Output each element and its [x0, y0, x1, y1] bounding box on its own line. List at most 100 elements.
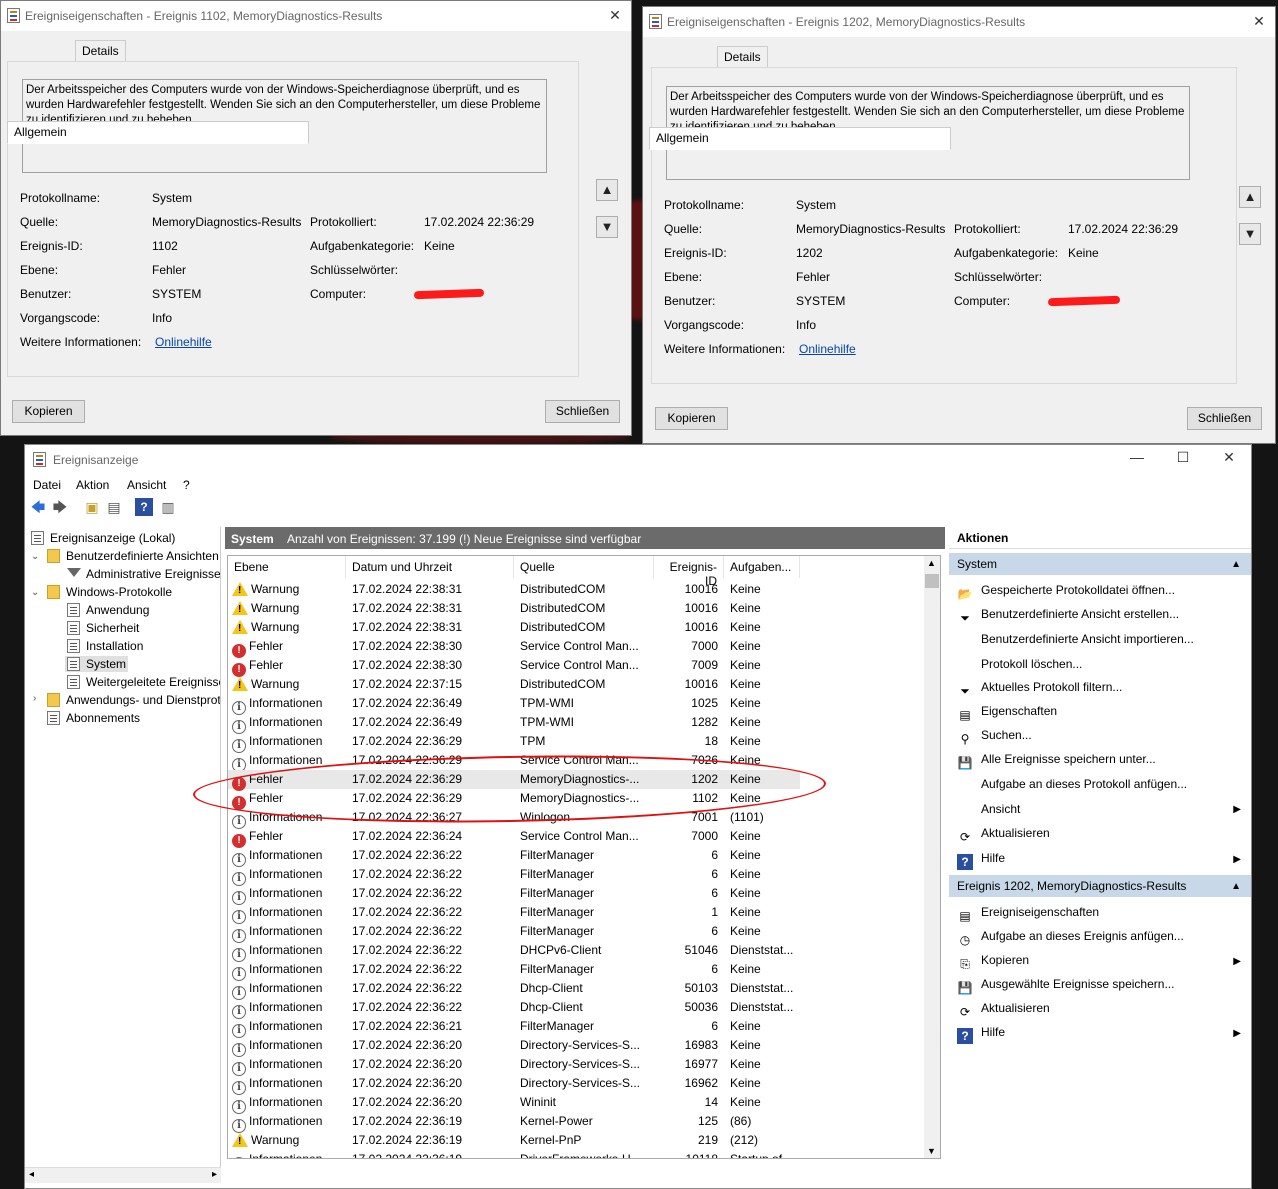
action-item[interactable]: ? Hilfe	[957, 851, 1005, 870]
table-row[interactable]: i Informationen 17.02.2024 22:36:22 FilterM…	[228, 922, 800, 943]
maximize-icon[interactable]: ☐	[1171, 449, 1195, 466]
chevron-down-icon[interactable]: ▼	[927, 1146, 936, 1156]
table-row[interactable]: i Informationen 17.02.2024 22:36:22 FilterM…	[228, 960, 800, 981]
tree-item-forwarded[interactable]: Weitergeleitete Ereignisse	[67, 675, 220, 689]
arrow-down-icon[interactable]: ▼	[596, 216, 618, 238]
back-arrow-icon[interactable]: 🡄	[29, 498, 47, 516]
action-item[interactable]: ⏷ Benutzerdefinierte Ansicht erstellen...	[957, 607, 1179, 626]
chevron-right-icon[interactable]: ▸	[212, 1169, 217, 1180]
tab-details[interactable]: Details	[717, 46, 768, 68]
tree-item-app-service-logs[interactable]: Anwendungs- und Dienstprotokolle	[47, 693, 220, 707]
tree-item-application[interactable]: Anwendung	[67, 603, 149, 617]
folder-up-icon[interactable]: ▣	[83, 498, 101, 516]
chevron-up-icon[interactable]: ▲	[927, 558, 936, 568]
online-help-link[interactable]: Onlinehilfe	[155, 335, 212, 349]
close-icon[interactable]: ✕	[1217, 449, 1241, 466]
submenu-arrow-icon[interactable]: ▶	[1233, 854, 1241, 865]
action-item[interactable]: ▤ Eigenschaften	[957, 704, 1057, 723]
submenu-arrow-icon[interactable]: ▶	[1233, 956, 1241, 967]
table-row[interactable]: ! Fehler 17.02.2024 22:36:24 Service Contro…	[228, 827, 800, 848]
table-row[interactable]: i Informationen 17.02.2024 22:36:22 FilterM…	[228, 846, 800, 867]
table-row[interactable]: Warnung 17.02.2024 22:38:31 DistributedCOM…	[228, 599, 800, 618]
menu-file[interactable]: Datei	[33, 478, 61, 492]
table-row[interactable]: ! Fehler 17.02.2024 22:38:30 Service Contro…	[228, 637, 800, 658]
table-row[interactable]: i Informationen 17.02.2024 22:36:49 TPM-WMI…	[228, 713, 800, 734]
chevron-left-icon[interactable]: ◂	[29, 1169, 34, 1180]
table-row[interactable]: i Informationen 17.02.2024 22:36:22 Dhcp-Cl…	[228, 998, 800, 1019]
table-row[interactable]: i Informationen 17.02.2024 22:36:21 FilterM…	[228, 1017, 800, 1038]
action-item[interactable]: Aufgabe an dieses Protokoll anfügen...	[957, 776, 1187, 792]
chevron-down-icon[interactable]: ⌄	[31, 587, 39, 598]
actions-section-system[interactable]: System ▲	[949, 553, 1251, 575]
close-icon[interactable]: ✕	[1249, 13, 1269, 30]
tree-horizontal-scrollbar[interactable]: ◂ ▸	[25, 1167, 221, 1183]
action-item[interactable]: 📂 Gespeicherte Protokolldatei öffnen...	[957, 583, 1175, 602]
column-header-level[interactable]: Ebene	[228, 556, 346, 578]
minimize-icon[interactable]: —	[1125, 449, 1149, 465]
copy-button[interactable]: Kopieren	[12, 400, 85, 423]
arrow-down-icon[interactable]: ▼	[1239, 223, 1261, 245]
collapse-icon[interactable]: ▲	[1231, 559, 1241, 570]
table-row[interactable]: i Informationen 17.02.2024 22:36:22 FilterM…	[228, 903, 800, 924]
action-item[interactable]: ◷ Aufgabe an dieses Ereignis anfügen...	[957, 929, 1184, 948]
action-item[interactable]: Protokoll löschen...	[957, 656, 1082, 672]
table-row[interactable]: Warnung 17.02.2024 22:38:31 DistributedCOM…	[228, 580, 800, 599]
tree-item-admin-events[interactable]: Administrative Ereignisse	[67, 567, 220, 581]
help-icon[interactable]: ?	[135, 498, 153, 516]
forward-arrow-icon[interactable]: 🡆	[51, 498, 69, 516]
table-row[interactable]: i Informationen 17.02.2024 22:36:22 FilterM…	[228, 865, 800, 886]
close-icon[interactable]: ✕	[605, 7, 625, 24]
column-header-event-id[interactable]: Ereignis-ID	[654, 556, 724, 588]
action-item[interactable]: Ansicht	[957, 801, 1020, 817]
table-row[interactable]: i Informationen 17.02.2024 22:36:19 Kernel-…	[228, 1112, 800, 1133]
list-vertical-scrollbar[interactable]: ▲ ▼	[924, 556, 940, 1158]
tab-general[interactable]: Allgemein	[7, 121, 309, 144]
action-item[interactable]: 💾 Alle Ereignisse speichern unter...	[957, 752, 1156, 771]
table-row[interactable]: i Informationen 17.02.2024 22:36:22 DHCPv6-…	[228, 941, 800, 962]
collapse-icon[interactable]: ▲	[1231, 881, 1241, 892]
table-row[interactable]: i Informationen 17.02.2024 22:36:20 Wininit…	[228, 1093, 800, 1114]
table-row[interactable]: i Informationen 17.02.2024 22:36:20 Directo…	[228, 1055, 800, 1076]
column-header-source[interactable]: Quelle	[514, 556, 654, 578]
chevron-down-icon[interactable]: ⌄	[31, 551, 39, 562]
action-item[interactable]: ? Hilfe	[957, 1025, 1005, 1044]
tree-item-security[interactable]: Sicherheit	[67, 621, 139, 635]
table-row[interactable]: Warnung 17.02.2024 22:36:19 Kernel-PnP 219 (…	[228, 1131, 800, 1150]
arrow-up-icon[interactable]: ▲	[1239, 186, 1261, 208]
tree-item-windows-logs[interactable]: Windows-Protokolle	[47, 585, 172, 599]
table-row[interactable]: ! Fehler 17.02.2024 22:38:30 Service Contro…	[228, 656, 800, 677]
action-item[interactable]: ⚲ Suchen...	[957, 728, 1032, 747]
table-row[interactable]: i Informationen 17.02.2024 22:36:20 Directo…	[228, 1074, 800, 1095]
submenu-arrow-icon[interactable]: ▶	[1233, 804, 1241, 815]
menu-help[interactable]: ?	[183, 478, 190, 492]
tree-item-custom-views[interactable]: Benutzerdefinierte Ansichten	[47, 549, 219, 563]
submenu-arrow-icon[interactable]: ▶	[1233, 1028, 1241, 1039]
table-row[interactable]: i Informationen 17.02.2024 22:36:20 Directo…	[228, 1036, 800, 1057]
scroll-thumb[interactable]	[925, 574, 939, 588]
tab-details[interactable]: Details	[75, 40, 126, 62]
table-row[interactable]: i Informationen 17.02.2024 22:36:29 TPM 18 Ke…	[228, 732, 800, 753]
console-tree-icon[interactable]: ▤	[105, 498, 123, 516]
table-row[interactable]: i Informationen 17.02.2024 22:36:22 Dhcp-Cl…	[228, 979, 800, 1000]
menu-action[interactable]: Aktion	[76, 478, 109, 492]
actions-section-event[interactable]: Ereignis 1202, MemoryDiagnostics-Results…	[949, 875, 1251, 897]
table-row[interactable]: iInformationen 17.02.2024 22:36:19 DriverF…	[228, 1150, 800, 1158]
action-item[interactable]: ⎘ Kopieren	[957, 953, 1029, 972]
tree-item-setup[interactable]: Installation	[67, 639, 143, 653]
tree-item-root[interactable]: Ereignisanzeige (Lokal)	[31, 531, 175, 545]
chevron-right-icon[interactable]: ›	[33, 693, 36, 704]
action-item[interactable]: ⏷ Aktuelles Protokoll filtern...	[957, 680, 1122, 699]
close-button[interactable]: Schließen	[545, 400, 620, 423]
action-item[interactable]: ▤ Ereigniseigenschaften	[957, 905, 1099, 924]
tab-general[interactable]: Allgemein	[649, 127, 951, 150]
menu-view[interactable]: Ansicht	[127, 478, 166, 492]
tree-item-subscriptions[interactable]: Abonnements	[47, 711, 140, 725]
action-item[interactable]: Benutzerdefinierte Ansicht importieren..…	[957, 631, 1194, 647]
column-header-task[interactable]: Aufgaben...	[724, 556, 800, 578]
table-row[interactable]: Warnung 17.02.2024 22:38:31 DistributedCOM…	[228, 618, 800, 637]
close-button[interactable]: Schließen	[1187, 407, 1262, 430]
tree-item-system[interactable]: System	[65, 656, 129, 672]
action-pane-icon[interactable]: ▥	[159, 498, 177, 516]
table-row[interactable]: i Informationen 17.02.2024 22:36:22 FilterM…	[228, 884, 800, 905]
action-item[interactable]: ⟳ Aktualisieren	[957, 1001, 1050, 1020]
